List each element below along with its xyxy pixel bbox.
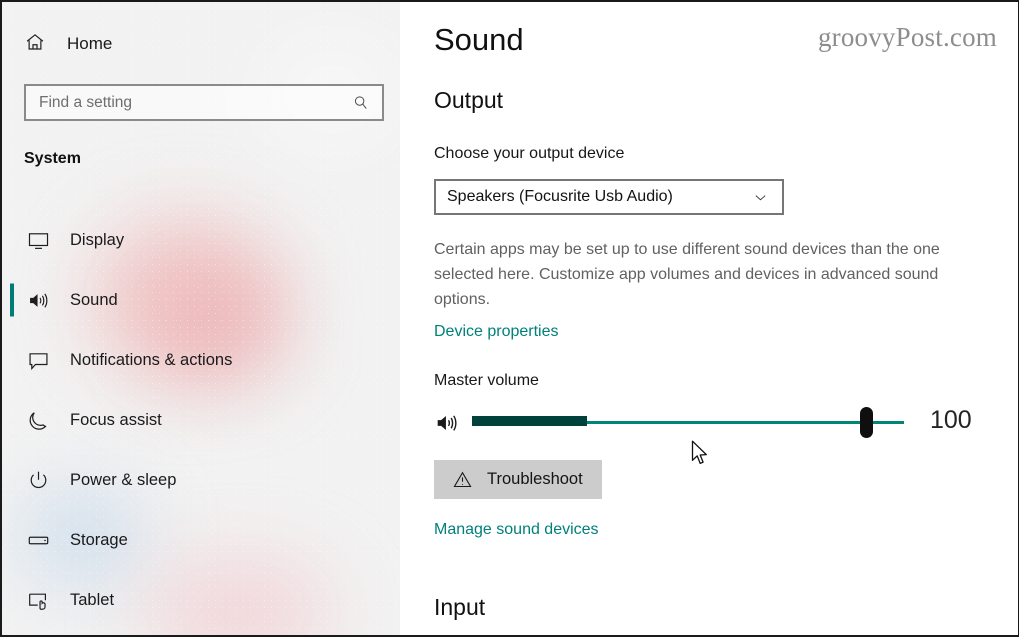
speech-bubble-icon [24,346,52,374]
sidebar-item-label: Display [70,230,125,249]
slider-thumb[interactable] [860,407,873,438]
sidebar-section-title: System [24,150,81,167]
search-input[interactable]: Find a setting [24,84,384,121]
sidebar-item-power-sleep[interactable]: Power & sleep [2,450,400,510]
output-section-heading: Output [434,87,504,113]
sidebar: Home Find a setting System Display Sound… [2,2,400,635]
home-icon [24,31,46,58]
watermark: groovyPost.com [817,22,997,52]
page-title: Sound [434,22,524,57]
speaker-icon [24,286,52,314]
master-volume-label: Master volume [434,372,539,389]
search-icon[interactable] [352,94,382,112]
search-placeholder: Find a setting [39,93,133,111]
sidebar-item-label: Notifications & actions [70,350,233,369]
sidebar-item-label: Power & sleep [70,470,177,489]
sidebar-nav: Display Sound Notifications & actions Fo… [2,210,400,630]
troubleshoot-label: Troubleshoot [487,470,583,488]
output-device-value: Speakers (Focusrite Usb Audio) [447,188,673,205]
input-section-heading: Input [434,594,486,620]
warning-triangle-icon [452,469,473,490]
sidebar-item-label: Home [67,34,113,53]
main-content: groovyPost.com Sound Output Choose your … [400,2,1018,635]
monitor-icon [24,226,52,254]
sidebar-item-tablet[interactable]: Tablet [2,570,400,630]
volume-value: 100 [930,406,972,434]
tablet-hand-icon [24,586,52,614]
settings-window: Home Find a setting System Display Sound… [0,0,1019,637]
choose-output-device-label: Choose your output device [434,145,625,162]
drive-icon [24,526,52,554]
troubleshoot-button[interactable]: Troubleshoot [434,460,602,499]
moon-icon [24,406,52,434]
sidebar-item-home[interactable]: Home [24,28,112,60]
speaker-volume-icon[interactable] [434,410,460,441]
output-description: Certain apps may be set up to use differ… [434,241,940,308]
chevron-down-icon[interactable] [752,189,782,206]
sidebar-item-display[interactable]: Display [2,210,400,270]
sidebar-item-notifications-actions[interactable]: Notifications & actions [2,330,400,390]
master-volume-slider[interactable]: 100 [434,406,994,440]
sidebar-item-label: Tablet [70,590,115,609]
sidebar-item-focus-assist[interactable]: Focus assist [2,390,400,450]
sidebar-item-sound[interactable]: Sound [2,270,400,330]
sidebar-item-storage[interactable]: Storage [2,510,400,570]
manage-sound-devices-link[interactable]: Manage sound devices [434,521,599,539]
sidebar-item-label: Focus assist [70,410,162,429]
slider-track-fill [472,416,587,426]
power-icon [24,466,52,494]
output-device-select[interactable]: Speakers (Focusrite Usb Audio) [434,179,784,215]
device-properties-link[interactable]: Device properties [434,323,559,341]
sidebar-item-label: Sound [70,290,118,309]
sidebar-item-label: Storage [70,530,128,549]
